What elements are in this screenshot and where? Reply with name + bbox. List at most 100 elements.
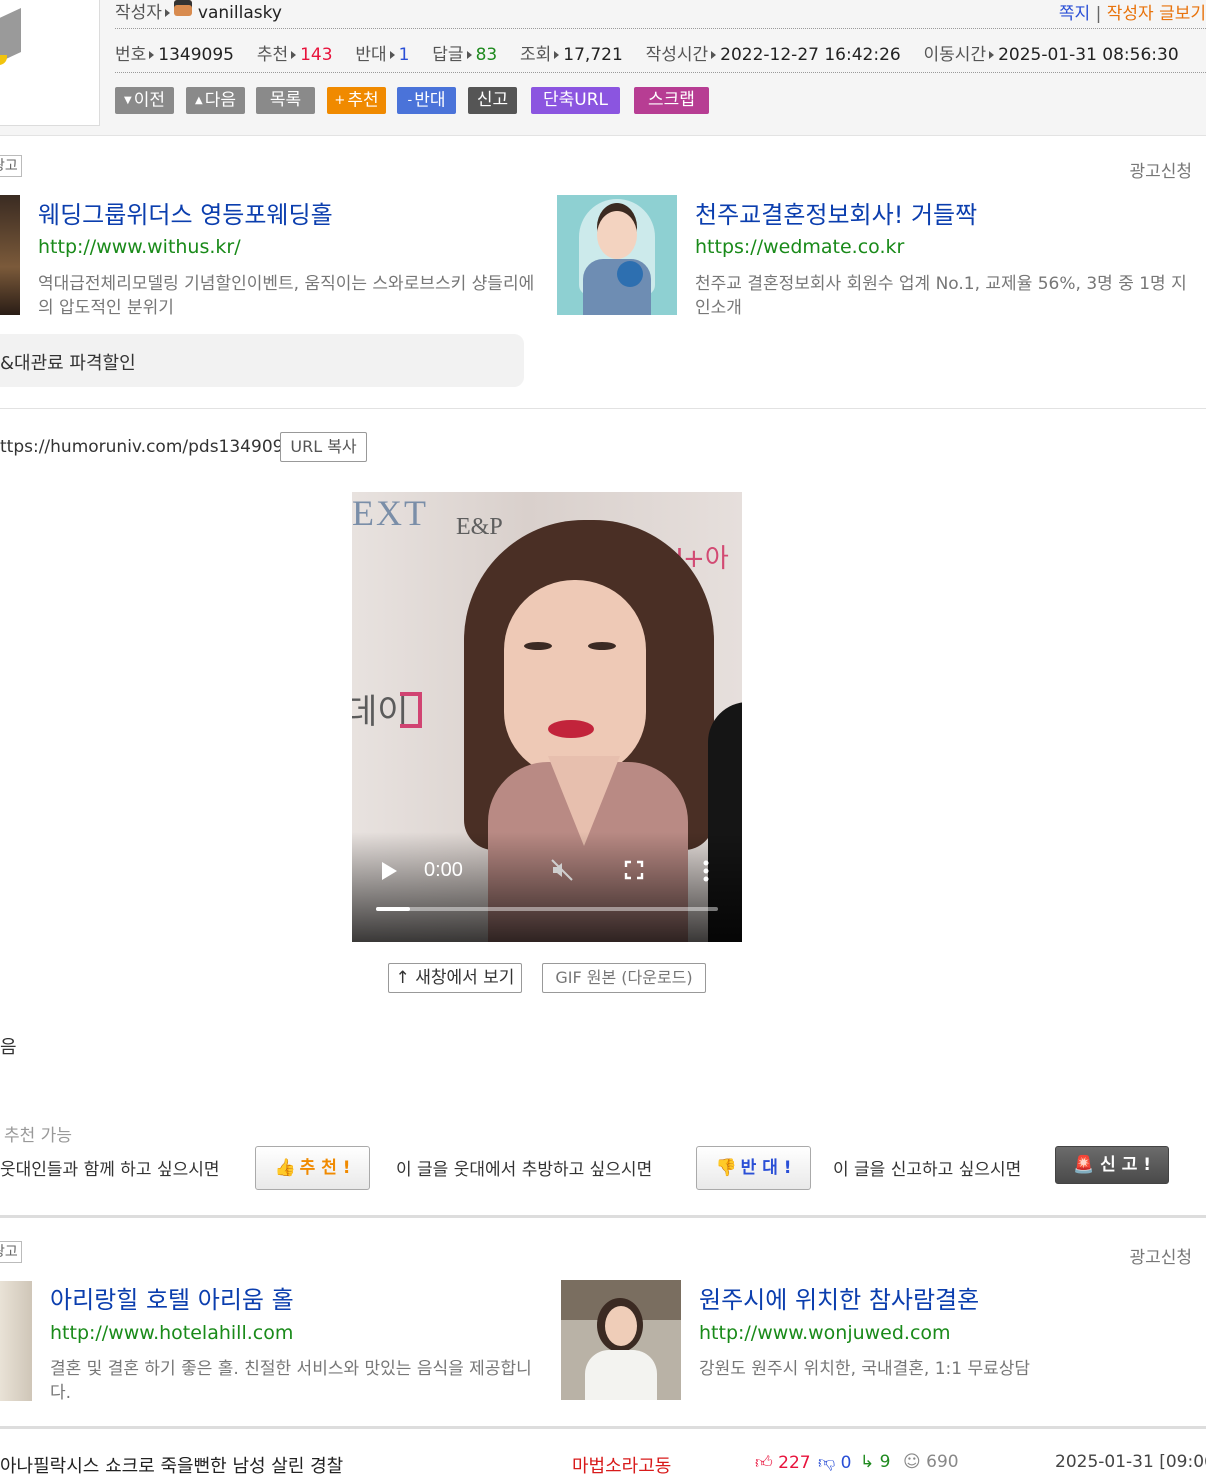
- author-actions: 쪽지 | 작성자 글보기: [1059, 0, 1206, 24]
- thumbs-down-icon: 👎: [715, 1158, 737, 1178]
- views-count: 17,721: [563, 45, 623, 65]
- video-time: 0:00: [424, 859, 463, 881]
- reply-arrow-icon: ↳: [860, 1452, 875, 1472]
- oppose-prompt: 이 글을 웃대에서 추방하고 싶으시면: [396, 1160, 653, 1180]
- written-time: 2022-12-27 16:42:26: [720, 45, 901, 65]
- scrap-button[interactable]: 스크랩: [634, 87, 709, 114]
- minus-icon: -: [407, 93, 413, 108]
- ad-title-link[interactable]: 아리랑힐 호텔 아리움 홀: [50, 1280, 294, 1315]
- ad-title-link[interactable]: 웨딩그룹위더스 영등포웨딩홀: [38, 195, 333, 230]
- list-button[interactable]: 목록: [256, 87, 315, 114]
- thumbs-down-icon: 👎︎: [818, 1453, 836, 1473]
- person-face: [504, 580, 646, 776]
- eye-icon: ☺: [903, 1452, 921, 1472]
- more-options-icon[interactable]: [703, 860, 709, 882]
- backdrop-text: E&P: [456, 514, 503, 540]
- author-icon: [173, 0, 192, 16]
- post-header: 작성자 vanillasky 쪽지 | 작성자 글보기 번호 1349095 추천 1…: [0, 0, 1206, 136]
- post-number: 1349095: [158, 45, 234, 65]
- author-posts-link[interactable]: 작성자 글보기: [1107, 4, 1206, 24]
- fullscreen-icon[interactable]: [622, 858, 646, 882]
- vote-recommend-button[interactable]: 👍 추 천 !: [255, 1146, 370, 1190]
- report-button[interactable]: 신고: [468, 87, 517, 114]
- ad-thumbnail[interactable]: [557, 195, 677, 315]
- list-item-likes: 👍︎ 227: [755, 1453, 811, 1473]
- ad-thumbnail[interactable]: [0, 1281, 32, 1401]
- action-separator: |: [1095, 4, 1102, 24]
- short-url-text: ttps://humoruniv.com/pds1349095: [0, 437, 295, 457]
- post-stats: 번호 1349095 추천 143 반대 1 답글 83 조회 17,721 작성시간 20…: [115, 40, 1179, 65]
- video-player[interactable]: EXT E&P U+아이 데이 0:00: [352, 492, 742, 942]
- video-progress-fill: [376, 907, 411, 911]
- post-body-text: 음: [0, 1037, 17, 1058]
- list-item: 아나필락시스 쇼크로 죽을뻔한 남성 살린 경찰 마법소라고동 👍︎ 227 👎…: [0, 1443, 1206, 1481]
- play-icon[interactable]: [382, 862, 397, 880]
- siren-icon: 🚨: [1072, 1155, 1095, 1175]
- ad-url-link[interactable]: http://www.wonjuwed.com: [699, 1322, 951, 1344]
- gif-original-button[interactable]: GIF 원본 (다운로드): [542, 963, 706, 993]
- list-item-title[interactable]: 아나필락시스 쇼크로 죽을뻔한 남성 살린 경찰: [0, 1452, 343, 1478]
- list-item-author[interactable]: 마법소라고동: [572, 1452, 671, 1478]
- vote-hint: 추천 가능: [4, 1126, 72, 1146]
- recommend-prompt: 웃대인들과 함께 하고 싶으시면: [0, 1160, 220, 1180]
- ad-description: 결혼 및 결혼 하기 좋은 홀. 친절한 서비스와 맛있는 음식을 제공합니다.: [50, 1359, 532, 1403]
- ad-tag: 광고: [0, 1241, 22, 1263]
- number-label: 번호: [115, 45, 147, 65]
- ad-url-link[interactable]: https://wedmate.co.kr: [695, 236, 904, 258]
- ad-apply-link[interactable]: 광고신청: [1129, 157, 1192, 182]
- backdrop-text: EXT: [352, 493, 428, 533]
- divider: [0, 1426, 1206, 1429]
- short-url-button[interactable]: 단축URL: [531, 87, 620, 114]
- oppose-label: 반대: [355, 45, 387, 65]
- divider: [115, 28, 1206, 29]
- moved-time: 2025-01-31 08:56:30: [998, 45, 1179, 65]
- recommend-label: 추천: [256, 45, 289, 65]
- ad-title-link[interactable]: 천주교결혼정보회사! 거들짝: [695, 195, 977, 230]
- list-item-replies: ↳ 9: [860, 1452, 891, 1472]
- ad-title-link[interactable]: 원주시에 위치한 참사람결혼: [699, 1280, 979, 1315]
- video-progress-track[interactable]: [376, 907, 718, 911]
- author-name-link[interactable]: vanillasky: [198, 3, 282, 23]
- thumbs-up-icon: 👍︎: [755, 1453, 773, 1473]
- list-item-dislikes: 👎︎ 0: [818, 1453, 852, 1473]
- author-avatar[interactable]: [0, 0, 100, 126]
- ad-extra-text: &대관료 파격할인: [0, 353, 136, 374]
- oppose-count: 1: [398, 45, 410, 65]
- written-label: 작성시간: [645, 45, 709, 65]
- oppose-button[interactable]: - 반대: [397, 87, 456, 114]
- ad-description: 역대급전체리모델링 기념할인이벤트, 움직이는 스와로브스키 샹들리에의 압도적…: [38, 274, 535, 318]
- list-item-views: ☺ 690: [903, 1452, 959, 1472]
- replies-count: 83: [475, 45, 498, 65]
- views-label: 조회: [520, 45, 552, 65]
- thumbs-up-icon: 👍: [274, 1158, 296, 1178]
- ad-extra-box[interactable]: &대관료 파격할인: [0, 334, 524, 387]
- vote-oppose-button[interactable]: 👎 반 대 !: [696, 1146, 811, 1190]
- message-link[interactable]: 쪽지: [1059, 4, 1090, 24]
- ad-apply-link[interactable]: 광고신청: [1129, 1243, 1192, 1268]
- ad-description: 강원도 원주시 위치한, 국내결혼, 1:1 무료상담: [699, 1359, 1031, 1379]
- muted-volume-icon[interactable]: [550, 858, 574, 882]
- vote-report-button[interactable]: 🚨 신 고 !: [1055, 1146, 1169, 1184]
- replies-label: 답글: [432, 45, 464, 65]
- divider: [0, 1215, 1206, 1218]
- down-arrow-icon: ▼: [124, 95, 132, 106]
- report-prompt: 이 글을 신고하고 싶으시면: [833, 1160, 1022, 1180]
- moved-label: 이동시간: [923, 45, 987, 65]
- ad-url-link[interactable]: http://www.withus.kr/: [38, 236, 241, 258]
- author-line: 작성자 vanillasky: [115, 0, 282, 23]
- plus-icon: +: [334, 93, 346, 108]
- url-copy-button[interactable]: URL 복사: [280, 432, 367, 462]
- ad-thumbnail[interactable]: [0, 195, 20, 315]
- recommend-button[interactable]: + 추천: [327, 87, 386, 114]
- ad-url-link[interactable]: http://www.hotelahill.com: [50, 1322, 293, 1344]
- divider: [0, 408, 1206, 409]
- ad-description: 천주교 결혼정보회사 회원수 업계 No.1, 교제율 56%, 3명 중 1명…: [695, 274, 1187, 318]
- ad-thumbnail[interactable]: [561, 1280, 681, 1400]
- recommend-count: 143: [300, 45, 333, 65]
- list-item-date: 2025-01-31 [09:06]: [1055, 1452, 1206, 1472]
- ad-tag: 광고: [0, 155, 22, 177]
- open-new-window-button[interactable]: ↑ 새창에서 보기: [388, 963, 522, 993]
- up-arrow-icon: ▲: [195, 95, 203, 106]
- next-button[interactable]: ▲ 다음: [186, 87, 245, 114]
- prev-button[interactable]: ▼ 이전: [115, 87, 174, 114]
